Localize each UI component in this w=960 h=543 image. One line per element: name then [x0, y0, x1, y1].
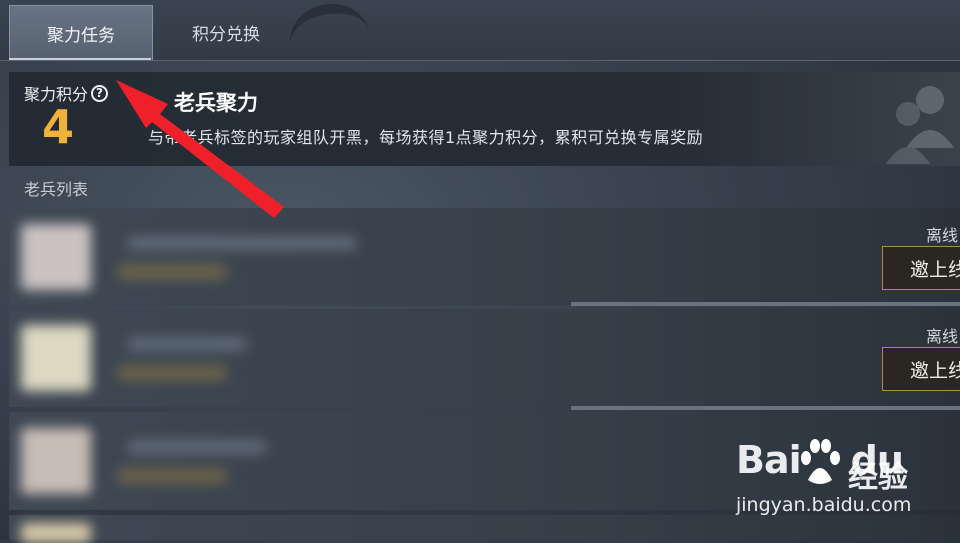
people-icon [886, 86, 954, 164]
watermark-url: jingyan.baidu.com [736, 494, 912, 516]
avatar [21, 325, 91, 391]
points-value: 4 [42, 100, 75, 154]
help-icon[interactable]: ? [91, 84, 109, 102]
banner-title: 老兵聚力 [174, 91, 258, 115]
blurred-player-info [9, 309, 571, 407]
player-tag-blurred [117, 365, 227, 381]
tab-bar: 聚力任务 积分兑换 [0, 0, 960, 81]
blurred-player-info [9, 515, 571, 543]
player-name-blurred [127, 440, 267, 454]
row-divider [571, 302, 960, 306]
active-tab-indicator [9, 58, 151, 60]
invite-online-button[interactable]: 邀上线 [882, 246, 960, 290]
baidu-watermark: Bai du 经验 jingyan.baidu.com [736, 438, 946, 522]
blurred-player-info [9, 412, 571, 510]
player-tag-blurred [117, 264, 227, 280]
avatar [21, 428, 91, 494]
status-label: 离线 [925, 226, 958, 245]
banner-description: 与带老兵标签的玩家组队开黑，每场获得1点聚力积分，累积可兑换专属奖励 [148, 128, 704, 147]
decorative-arc [284, 0, 376, 81]
tab-juli-task[interactable]: 聚力任务 [9, 5, 153, 60]
blurred-player-info [9, 208, 571, 306]
invite-online-button[interactable]: 邀上线 [882, 347, 960, 391]
avatar [21, 224, 91, 290]
list-item[interactable]: 离线 邀上线 [9, 309, 960, 407]
veteran-banner: 聚力积分 ? 4 老兵聚力 与带老兵标签的玩家组队开黑，每场获得1点聚力积分，累… [9, 72, 960, 166]
status-label: 离线 [925, 327, 958, 346]
tab-points-exchange[interactable]: 积分兑换 [155, 5, 297, 59]
list-item[interactable]: 离线 邀上线 [9, 208, 960, 306]
avatar [21, 523, 91, 543]
player-name-blurred [127, 236, 357, 250]
player-tag-blurred [117, 468, 227, 484]
veteran-list-title: 老兵列表 [24, 180, 89, 199]
baidu-paw-icon [801, 439, 840, 484]
player-name-blurred [127, 337, 247, 351]
jingyan-text: 经验 [848, 460, 908, 495]
row-divider [571, 406, 960, 410]
